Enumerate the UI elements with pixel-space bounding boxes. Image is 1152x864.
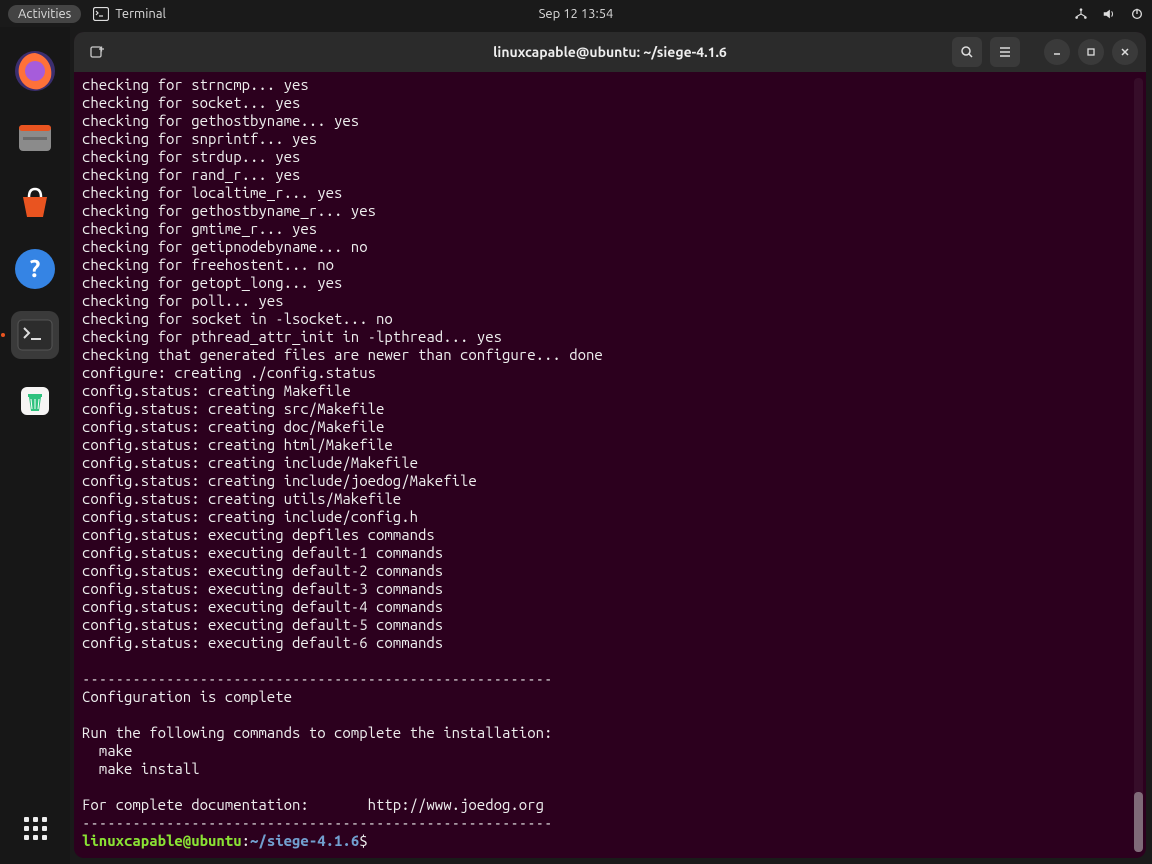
volume-icon[interactable]: [1102, 7, 1116, 21]
topbar-app-menu[interactable]: Terminal: [93, 7, 166, 21]
dock-firefox[interactable]: [11, 47, 59, 95]
scrollbar[interactable]: [1134, 78, 1143, 852]
minimize-button[interactable]: [1044, 39, 1070, 65]
search-button[interactable]: [952, 37, 982, 67]
new-tab-button[interactable]: [82, 37, 112, 67]
show-applications-button[interactable]: [17, 810, 53, 846]
dock-help[interactable]: ?: [11, 245, 59, 293]
topbar-clock[interactable]: Sep 12 13:54: [539, 7, 614, 21]
terminal-icon: [93, 7, 109, 21]
dock-software[interactable]: [11, 179, 59, 227]
terminal-window: linuxcapable@ubuntu: ~/siege-4.1.6 check…: [74, 32, 1146, 858]
titlebar: linuxcapable@ubuntu: ~/siege-4.1.6: [74, 32, 1146, 72]
power-icon[interactable]: [1130, 7, 1144, 21]
svg-text:?: ?: [30, 255, 41, 282]
dock-trash[interactable]: [11, 377, 59, 425]
dock: ?: [0, 27, 70, 864]
scrollbar-thumb[interactable]: [1134, 792, 1143, 852]
activities-button[interactable]: Activities: [8, 5, 81, 23]
topbar-app-label: Terminal: [115, 7, 166, 21]
terminal-output[interactable]: checking for strncmp... yeschecking for …: [74, 72, 1130, 858]
dock-terminal[interactable]: [11, 311, 59, 359]
window-title: linuxcapable@ubuntu: ~/siege-4.1.6: [493, 44, 727, 60]
network-icon[interactable]: [1074, 7, 1088, 21]
gnome-topbar: Activities Terminal Sep 12 13:54: [0, 0, 1152, 27]
menu-button[interactable]: [990, 37, 1020, 67]
dock-files[interactable]: [11, 113, 59, 161]
maximize-button[interactable]: [1078, 39, 1104, 65]
close-button[interactable]: [1112, 39, 1138, 65]
